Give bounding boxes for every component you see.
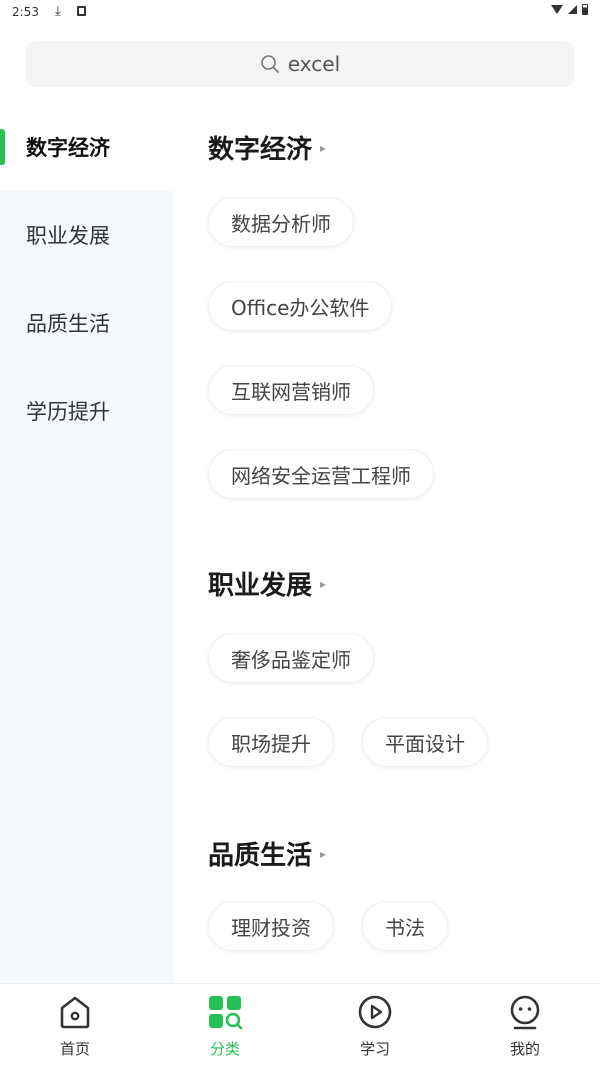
nav-study-label: 学习 — [359, 1040, 390, 1058]
sidebar-item-career-development[interactable]: 职业发展 — [0, 191, 174, 279]
chip-financial-investment[interactable]: 理财投资 — [208, 901, 334, 951]
chip-internet-marketer[interactable]: 互联网营销师 — [208, 365, 374, 415]
section-title-label: 职业发展 — [208, 571, 313, 601]
section-title-digital-economy[interactable]: 数字经济 ▸ — [208, 129, 326, 166]
section-title-label: 品质生活 — [208, 841, 313, 871]
search-bar[interactable]: excel — [26, 41, 574, 87]
chevron-right-icon: ▸ — [320, 846, 327, 861]
download-icon: ⤓ — [55, 4, 61, 19]
chip-network-security-engineer[interactable]: 网络安全运营工程师 — [208, 449, 434, 499]
signal-icon — [568, 5, 577, 14]
category-content: 数字经济 ▸ 数据分析师 Office办公软件 互联网营销师 网络安全运营工程师… — [174, 103, 600, 983]
profile-icon — [505, 992, 545, 1032]
nav-home[interactable]: 首页 — [0, 992, 150, 1059]
chip-data-analyst[interactable]: 数据分析师 — [208, 197, 354, 247]
status-time: 2:53 — [12, 5, 39, 19]
chip-office-software[interactable]: Office办公软件 — [208, 281, 393, 331]
chip-workplace-improvement[interactable]: 职场提升 — [208, 717, 334, 767]
chevron-right-icon: ▸ — [320, 576, 327, 591]
home-icon — [55, 992, 95, 1032]
sidebar-item-quality-life[interactable]: 品质生活 — [0, 279, 174, 367]
status-bar: 2:53 ⤓ — [0, 0, 600, 26]
category-icon — [205, 992, 245, 1032]
play-icon — [355, 992, 395, 1032]
chip-graphic-design[interactable]: 平面设计 — [362, 717, 488, 767]
sidebar-item-digital-economy[interactable]: 数字经济 — [0, 103, 174, 191]
search-query: excel — [287, 52, 341, 76]
nav-study[interactable]: 学习 — [300, 992, 450, 1059]
chevron-right-icon: ▸ — [320, 140, 327, 155]
nav-category-label: 分类 — [209, 1040, 240, 1058]
bottom-nav: 首页 分类 学习 我的 — [0, 983, 600, 1067]
nav-profile-label: 我的 — [509, 1040, 540, 1058]
sidebar-item-education[interactable]: 学历提升 — [0, 367, 174, 455]
nav-home-label: 首页 — [59, 1040, 90, 1058]
nav-profile[interactable]: 我的 — [450, 992, 600, 1059]
nav-category[interactable]: 分类 — [150, 992, 300, 1059]
search-icon — [261, 55, 279, 73]
category-sidebar: 数字经济 职业发展 品质生活 学历提升 — [0, 103, 174, 985]
battery-icon — [582, 4, 588, 15]
section-title-label: 数字经济 — [208, 135, 313, 165]
sidebar-background — [0, 455, 174, 985]
section-title-quality-life[interactable]: 品质生活 ▸ — [208, 835, 326, 872]
chip-luxury-appraiser[interactable]: 奢侈品鉴定师 — [208, 633, 374, 683]
chip-calligraphy[interactable]: 书法 — [362, 901, 448, 951]
status-icons — [551, 4, 588, 15]
wifi-icon — [551, 5, 563, 14]
notification-icon — [77, 6, 86, 16]
section-title-career-development[interactable]: 职业发展 ▸ — [208, 565, 326, 602]
